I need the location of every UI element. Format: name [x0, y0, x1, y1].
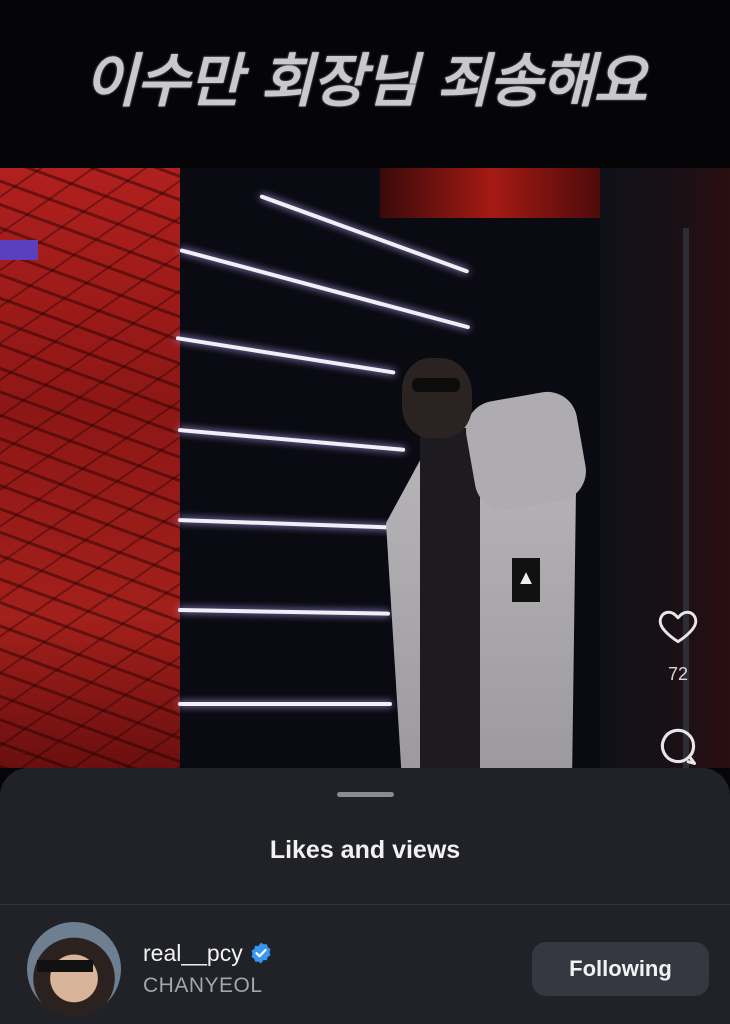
sheet-grabber[interactable]	[337, 792, 394, 797]
video-caption: 이수만 회장님 죄송해요	[84, 47, 647, 115]
like-count[interactable]: 72	[640, 664, 716, 685]
performer: ▲	[380, 358, 591, 768]
stage-pillar	[683, 228, 689, 768]
following-button[interactable]: Following	[532, 942, 709, 996]
heart-icon[interactable]	[656, 604, 700, 648]
comment-bubble-icon[interactable]	[656, 724, 700, 768]
avatar-sticker	[37, 960, 93, 972]
video-frame: ▲	[0, 168, 730, 768]
username[interactable]: real__pcy	[143, 940, 243, 967]
divider	[0, 904, 730, 905]
likes-and-views-sheet: Likes and views real__pcy CHANYEOL Follo…	[0, 768, 730, 1024]
verified-badge-icon	[251, 942, 271, 964]
user-list-item[interactable]: real__pcy CHANYEOL Following	[0, 918, 730, 1024]
coat-logo-icon: ▲	[512, 558, 540, 602]
avatar[interactable]	[27, 922, 121, 1016]
full-name: CHANYEOL	[143, 974, 263, 997]
username-line: real__pcy	[143, 938, 273, 968]
sheet-title: Likes and views	[269, 836, 461, 864]
caption-bar: 이수만 회장님 죄송해요	[0, 0, 730, 168]
purple-light	[0, 240, 38, 260]
